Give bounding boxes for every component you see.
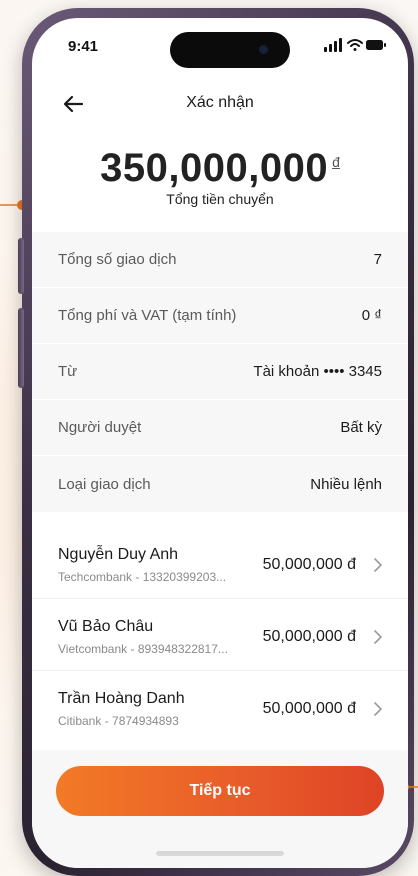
recipient-amount: 50,000,000 đ [262, 700, 356, 717]
recipient-item[interactable]: Vũ Bảo Châu Vietcombank - 893948322817..… [32, 604, 408, 671]
home-indicator [156, 851, 284, 856]
summary-row-fee: Tổng phí và VAT (tạm tính) 0 ₫ [32, 288, 408, 344]
recipient-bank-account: Techcombank - 13320399203... [58, 570, 227, 584]
recipient-amount: 50,000,000 đ [262, 628, 356, 645]
currency-symbol: đ [332, 154, 340, 170]
summary-value: Tài khoản •••• 3345 [253, 363, 382, 380]
recipient-name: Trần Hoàng Danh [58, 690, 185, 707]
summary-label: Từ [58, 363, 78, 380]
summary-row-transaction-type: Loại giao dịch Nhiều lệnh [32, 456, 408, 512]
signal-icon [324, 38, 342, 52]
summary-value: Bất kỳ [340, 419, 382, 436]
summary-label: Người duyệt [58, 419, 142, 436]
total-amount: 350,000,000 [100, 146, 329, 190]
recipient-name: Vũ Bảo Châu [58, 618, 154, 635]
summary-value: 7 [373, 251, 382, 268]
summary-value: Nhiều lệnh [310, 475, 382, 493]
summary-row-approver: Người duyệt Bất kỳ [32, 400, 408, 456]
status-bar: 9:41 [32, 18, 408, 74]
summary-value: 0 ₫ [361, 307, 382, 324]
total-amount-label: Tổng tiền chuyển [166, 191, 274, 207]
battery-icon [366, 40, 386, 50]
chevron-right-icon [374, 702, 383, 716]
volume-down-button [18, 308, 24, 388]
wifi-icon [347, 39, 363, 51]
dynamic-island [170, 32, 290, 68]
transaction-summary: Tổng số giao dịch 7 Tổng phí và VAT (tạm… [32, 232, 408, 512]
summary-label: Tổng số giao dịch [58, 251, 177, 268]
chevron-right-icon [374, 630, 383, 644]
summary-row-from-account: Từ Tài khoản •••• 3345 [32, 344, 408, 400]
chevron-right-icon [374, 558, 383, 572]
recipient-bank-account: Vietcombank - 893948322817... [58, 642, 228, 656]
recipient-item[interactable]: Trần Hoàng Danh Citibank - 7874934893 50… [32, 676, 408, 742]
status-time: 9:41 [68, 38, 99, 55]
bottom-action-area: Tiếp tục [32, 750, 408, 868]
status-icons [324, 38, 386, 52]
summary-label: Loại giao dịch [58, 475, 151, 493]
recipient-bank-account: Citibank - 7874934893 [58, 714, 179, 728]
volume-up-button [18, 238, 24, 294]
recipient-amount: 50,000,000 đ [262, 556, 356, 573]
page-title: Xác nhận [186, 94, 254, 111]
recipient-name: Nguyễn Duy Anh [58, 546, 179, 563]
header: Xác nhận [32, 84, 408, 124]
recipient-item[interactable]: Nguyễn Duy Anh Techcombank - 13320399203… [32, 532, 408, 599]
continue-button[interactable]: Tiếp tục [56, 766, 384, 816]
summary-row-transaction-count: Tổng số giao dịch 7 [32, 232, 408, 288]
total-amount-block: 350,000,000 đ Tổng tiền chuyển [32, 146, 408, 207]
phone-screen: 9:41 Xác nhận 350,000,000 đ Tổng tiền ch… [32, 18, 408, 868]
summary-label: Tổng phí và VAT (tạm tính) [58, 307, 237, 324]
